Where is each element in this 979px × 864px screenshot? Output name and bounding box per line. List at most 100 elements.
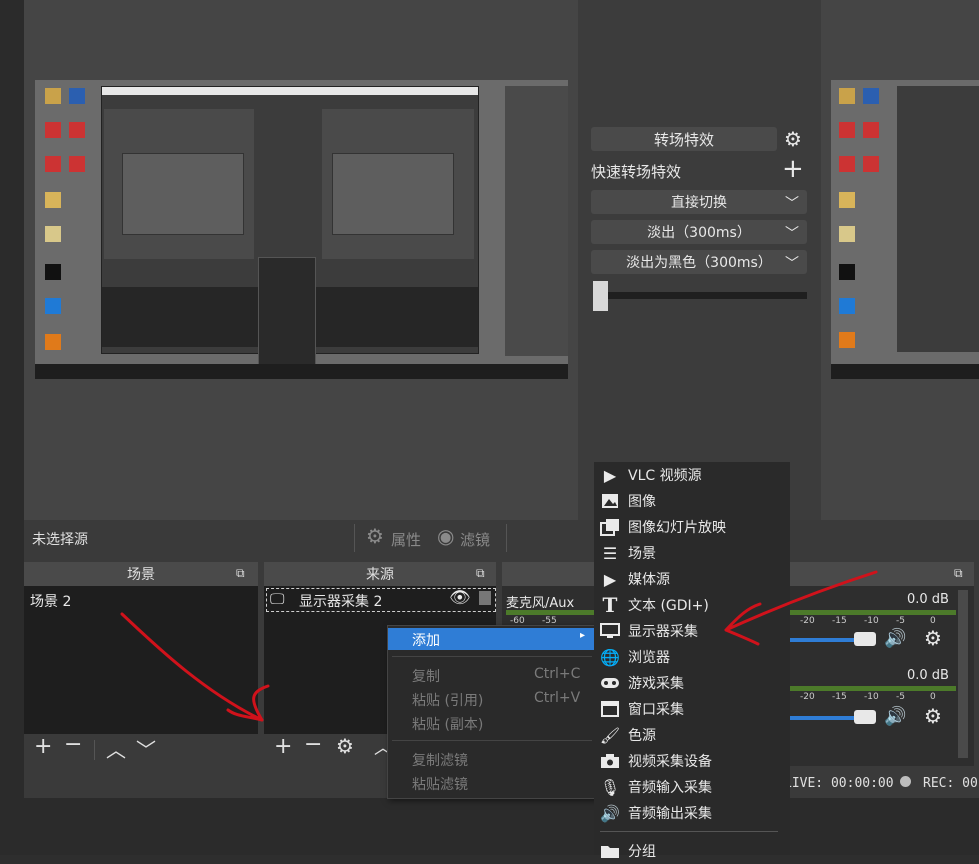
word-icon [69, 88, 85, 104]
meter-tick: -20 [800, 692, 815, 702]
menu-item-game-capture[interactable]: 游戏采集 [594, 670, 790, 696]
menu-separator [392, 656, 592, 657]
filters-button[interactable]: 滤镜 [460, 529, 490, 550]
text-icon: T [602, 593, 618, 617]
quick-transition-cut[interactable]: 直接切换 ﹀ [591, 190, 807, 214]
volume-slider-handle[interactable] [854, 632, 876, 646]
add-source-icon[interactable]: + [274, 734, 292, 759]
menu-item-add[interactable]: 添加 ▸ [388, 628, 596, 650]
vlc-icon [839, 332, 855, 348]
menu-item-label: 添加 [412, 633, 440, 649]
scenes-list[interactable]: 场景 2 [24, 586, 258, 734]
menu-item-label: 游戏采集 [628, 676, 684, 692]
sources-title: 来源 [264, 562, 496, 586]
nested-menu [258, 257, 316, 377]
remove-source-icon[interactable]: − [304, 732, 322, 757]
menu-item-copy-filters[interactable]: 复制滤镜 [388, 748, 596, 770]
preview-panel[interactable] [24, 0, 578, 520]
menu-item-browser[interactable]: 🌐 浏览器 [594, 644, 790, 670]
menu-item-group[interactable]: 分组 [594, 838, 790, 864]
file-icon [45, 226, 61, 242]
nested-obs-window [101, 86, 479, 377]
menu-item-label: 粘贴滤镜 [412, 777, 468, 793]
pdf-icon [69, 122, 85, 138]
taskbar [831, 364, 979, 379]
lock-icon[interactable] [479, 591, 491, 605]
menu-item-vlc-source[interactable]: ▶ VLC 视频源 [594, 462, 790, 488]
folder-icon [839, 88, 855, 104]
mixer-scrollbar[interactable] [958, 590, 968, 758]
context-menu: 添加 ▸ 复制 Ctrl+C 粘贴 (引用) Ctrl+V 粘贴 (副本) 复制… [387, 625, 597, 799]
pdf-icon [863, 156, 879, 172]
menu-item-color-source[interactable]: 🖌 色源 [594, 722, 790, 748]
speaker-icon[interactable]: 🔊 [884, 628, 906, 649]
globe-icon: 🌐 [600, 647, 620, 667]
menu-item-text-gdi[interactable]: T 文本 (GDI+) [594, 592, 790, 618]
menu-item-window-capture[interactable]: 窗口采集 [594, 696, 790, 722]
gear-icon[interactable]: ⚙ [924, 626, 942, 650]
menu-item-media-source[interactable]: ▶ 媒体源 [594, 566, 790, 592]
menu-item-audio-output[interactable]: 🔊 音频输出采集 [594, 800, 790, 826]
gear-icon[interactable]: ⚙ [336, 734, 354, 758]
menu-item-label: 媒体源 [628, 572, 670, 588]
tbar-slider-handle[interactable] [593, 281, 608, 311]
nested-canvas [332, 153, 454, 235]
preview-canvas [35, 80, 568, 379]
volume-slider-handle[interactable] [854, 710, 876, 724]
properties-button[interactable]: 属性 [391, 529, 421, 550]
transition-effects-button[interactable]: 转场特效 [591, 127, 777, 151]
menu-item-video-capture[interactable]: 视频采集设备 [594, 748, 790, 774]
word-icon [863, 88, 879, 104]
remove-scene-icon[interactable]: − [64, 732, 82, 757]
quick-transition-label: 直接切换 [671, 195, 727, 211]
list-item[interactable]: 场景 2 [30, 591, 71, 611]
menu-item-image[interactable]: 图像 [594, 488, 790, 514]
divider [506, 524, 507, 552]
monitor-icon [600, 621, 620, 641]
undock-icon[interactable]: ⧉ [954, 566, 963, 581]
menu-item-label: 图像 [628, 494, 656, 510]
menu-item-slideshow[interactable]: 图像幻灯片放映 [594, 514, 790, 540]
menu-item-paste-duplicate[interactable]: 粘贴 (副本) [388, 712, 596, 734]
menu-item-shortcut: Ctrl+C [534, 666, 581, 682]
chevron-down-icon: ﹀ [785, 226, 799, 242]
menu-item-label: 粘贴 (引用) [412, 693, 484, 709]
menu-item-label: 显示器采集 [628, 624, 698, 640]
quick-transition-fade-black[interactable]: 淡出为黑色（300ms） ﹀ [591, 250, 807, 274]
menu-item-scene[interactable]: ☰ 场景 [594, 540, 790, 566]
menu-item-label: 复制 [412, 669, 440, 685]
gear-icon[interactable]: ⚙ [784, 127, 806, 151]
menu-item-shortcut: Ctrl+V [534, 690, 581, 706]
menu-item-audio-input[interactable]: 🎙 音频输入采集 [594, 774, 790, 800]
menu-item-paste-reference[interactable]: 粘贴 (引用) Ctrl+V [388, 688, 596, 710]
tbar-slider-track[interactable] [593, 292, 807, 299]
move-up-icon[interactable]: ︿ [106, 734, 126, 763]
menu-item-copy[interactable]: 复制 Ctrl+C [388, 664, 596, 686]
scenes-title: 场景 [24, 562, 258, 586]
eye-icon[interactable]: 👁 [449, 588, 471, 608]
gear-icon[interactable]: ⚙ [924, 704, 942, 728]
add-quick-transition-icon[interactable]: + [782, 156, 804, 182]
divider [354, 524, 355, 552]
meter-tick: -5 [896, 692, 905, 702]
nested-right-strip [505, 86, 568, 356]
list-item[interactable]: 🖵 显示器采集 2 👁 [266, 588, 496, 612]
program-panel[interactable] [821, 0, 979, 520]
menu-item-paste-filters[interactable]: 粘贴滤镜 [388, 772, 596, 794]
speaker-icon: 🔊 [600, 803, 620, 823]
filter-icon: ◉ [437, 524, 455, 548]
undock-icon[interactable]: ⧉ [236, 566, 245, 581]
quick-transition-fade[interactable]: 淡出（300ms） ﹀ [591, 220, 807, 244]
undock-icon[interactable]: ⧉ [476, 566, 485, 581]
nested-preview-right [322, 109, 474, 259]
folder-icon [600, 841, 620, 861]
speaker-icon[interactable]: 🔊 [884, 706, 906, 727]
add-scene-icon[interactable]: + [34, 734, 52, 759]
move-down-icon[interactable]: ﹀ [136, 734, 156, 763]
menu-item-label: 分组 [628, 844, 656, 860]
menu-item-display-capture[interactable]: 显示器采集 [594, 618, 790, 644]
app-icon [839, 264, 855, 280]
track-db: 0.0 dB [907, 592, 949, 607]
meter-tick: 0 [930, 616, 936, 626]
divider [94, 740, 95, 760]
